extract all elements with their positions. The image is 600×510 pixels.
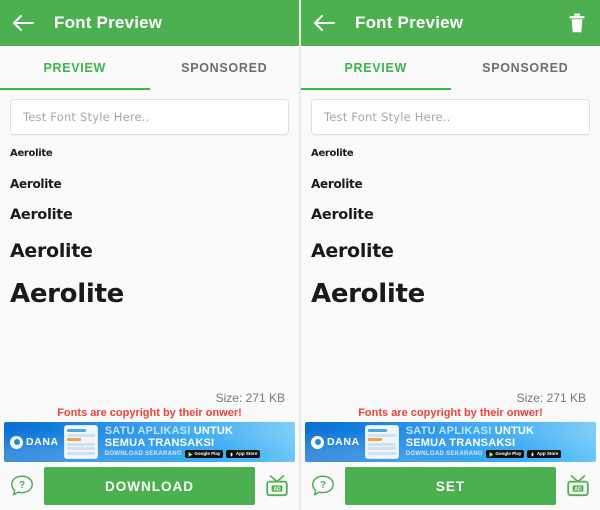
font-sample-item: Aerolite [311, 148, 354, 159]
tab-preview-label: PREVIEW [344, 61, 408, 75]
font-sample-item: Aerolite [311, 279, 425, 310]
tv-ad-icon[interactable]: AD [563, 471, 593, 501]
google-play-badge-label: Google Play [194, 451, 221, 457]
app-store-badge-icon: App Store [226, 450, 261, 459]
download-button[interactable]: DOWNLOAD [44, 467, 255, 505]
font-sample-list: Aerolite Aerolite Aerolite Aerolite Aero… [10, 135, 289, 391]
ad-cta-text: DOWNLOAD SEKARANG [104, 451, 182, 458]
dual-screenshot-container: Font Preview PREVIEW SPONSORED Aerolite … [0, 0, 600, 510]
file-size-label: Size: 271 KB [215, 391, 285, 405]
ad-headline-line1: SATU APLIKASI UNTUK [405, 424, 592, 438]
google-play-badge-icon: Google Play [485, 450, 525, 459]
file-size-label: Size: 271 KB [516, 391, 586, 405]
back-arrow-icon[interactable] [10, 10, 36, 36]
ad-brand-logo: DANA [305, 435, 360, 449]
copyright-notice: Fonts are copyright by their onwer! [57, 407, 242, 419]
tab-preview[interactable]: PREVIEW [301, 46, 451, 90]
content-area: Aerolite Aerolite Aerolite Aerolite Aero… [0, 90, 299, 422]
tab-preview[interactable]: PREVIEW [0, 46, 150, 90]
help-question-bubble-icon[interactable]: ? [7, 471, 37, 501]
sponsored-ad-banner[interactable]: DANA SATU APLIKASI UNTUK SEMUA TRANSAKSI… [4, 422, 295, 462]
font-sample-item: Aerolite [10, 240, 93, 263]
ad-copy: SATU APLIKASI UNTUK SEMUA TRANSAKSI DOWN… [399, 424, 596, 459]
ad-phone-illustration [63, 425, 98, 459]
app-store-badge-label: App Store [536, 451, 559, 457]
ad-headline-line1-b: UNTUK [494, 424, 535, 437]
svg-text:AD: AD [574, 486, 582, 492]
font-test-input[interactable] [23, 110, 276, 124]
help-question-bubble-icon[interactable]: ? [308, 471, 338, 501]
ad-cta-row: DOWNLOAD SEKARANG Google Play App Store [405, 450, 592, 459]
font-sample-list: Aerolite Aerolite Aerolite Aerolite Aero… [311, 135, 590, 391]
content-area: Aerolite Aerolite Aerolite Aerolite Aero… [301, 90, 600, 422]
ad-headline-line2: SEMUA TRANSAKSI [104, 436, 215, 449]
tv-ad-icon[interactable]: AD [262, 471, 292, 501]
svg-text:?: ? [19, 480, 25, 491]
page-title: Font Preview [355, 13, 464, 32]
app-store-badge-label: App Store [235, 451, 258, 457]
ad-headline-line1-a: SATU APLIKASI [405, 424, 495, 437]
font-sample-item: Aerolite [10, 207, 73, 224]
tab-preview-label: PREVIEW [43, 61, 107, 75]
ad-headline-line1-b: UNTUK [193, 424, 234, 437]
svg-text:?: ? [320, 480, 326, 491]
font-sample-item: Aerolite [311, 176, 363, 191]
tab-sponsored-label: SPONSORED [482, 61, 569, 75]
bottom-action-bar: ? SET AD [301, 462, 600, 510]
google-play-badge-icon: Google Play [184, 450, 224, 459]
font-sample-item: Aerolite [10, 279, 124, 310]
font-sample-item: Aerolite [10, 148, 53, 159]
google-play-badge-label: Google Play [495, 451, 522, 457]
font-test-input-container[interactable] [10, 99, 289, 135]
tab-bar: PREVIEW SPONSORED [301, 46, 600, 90]
ad-headline-line2: SEMUA TRANSAKSI [405, 436, 516, 449]
ad-headline-line1-a: SATU APLIKASI [104, 424, 194, 437]
back-arrow-icon[interactable] [311, 10, 337, 36]
svg-text:AD: AD [273, 486, 281, 492]
app-store-badge-icon: App Store [527, 450, 562, 459]
trash-icon[interactable] [566, 11, 588, 35]
tab-sponsored-label: SPONSORED [181, 61, 268, 75]
panel-left: Font Preview PREVIEW SPONSORED Aerolite … [0, 0, 299, 510]
font-sample-item: Aerolite [311, 207, 374, 224]
ad-brand-name: DANA [327, 436, 360, 448]
ad-brand-name: DANA [26, 436, 59, 448]
ad-copy: SATU APLIKASI UNTUK SEMUA TRANSAKSI DOWN… [98, 424, 295, 459]
copyright-notice: Fonts are copyright by their onwer! [358, 407, 543, 419]
ad-phone-illustration [364, 425, 399, 459]
page-title: Font Preview [54, 13, 163, 32]
dana-logo-mark-icon [10, 435, 23, 449]
font-sample-item: Aerolite [311, 240, 394, 263]
font-test-input-container[interactable] [311, 99, 590, 135]
ad-cta-row: DOWNLOAD SEKARANG Google Play App Store [104, 450, 291, 459]
tab-sponsored[interactable]: SPONSORED [150, 46, 300, 90]
sponsored-ad-banner[interactable]: DANA SATU APLIKASI UNTUK SEMUA TRANSAKSI… [305, 422, 596, 462]
font-test-input[interactable] [324, 110, 577, 124]
ad-headline-line1: SATU APLIKASI UNTUK [104, 424, 291, 438]
app-bar: Font Preview [301, 0, 600, 46]
dana-logo-mark-icon [311, 435, 324, 449]
tab-sponsored[interactable]: SPONSORED [451, 46, 600, 90]
set-button[interactable]: SET [345, 467, 556, 505]
bottom-action-bar: ? DOWNLOAD AD [0, 462, 299, 510]
app-bar: Font Preview [0, 0, 299, 46]
tab-bar: PREVIEW SPONSORED [0, 46, 299, 90]
ad-cta-text: DOWNLOAD SEKARANG [405, 451, 483, 458]
ad-brand-logo: DANA [4, 435, 59, 449]
font-sample-item: Aerolite [10, 176, 62, 191]
panel-right: Font Preview PREVIEW SPONSORED Test Font… [301, 0, 600, 510]
